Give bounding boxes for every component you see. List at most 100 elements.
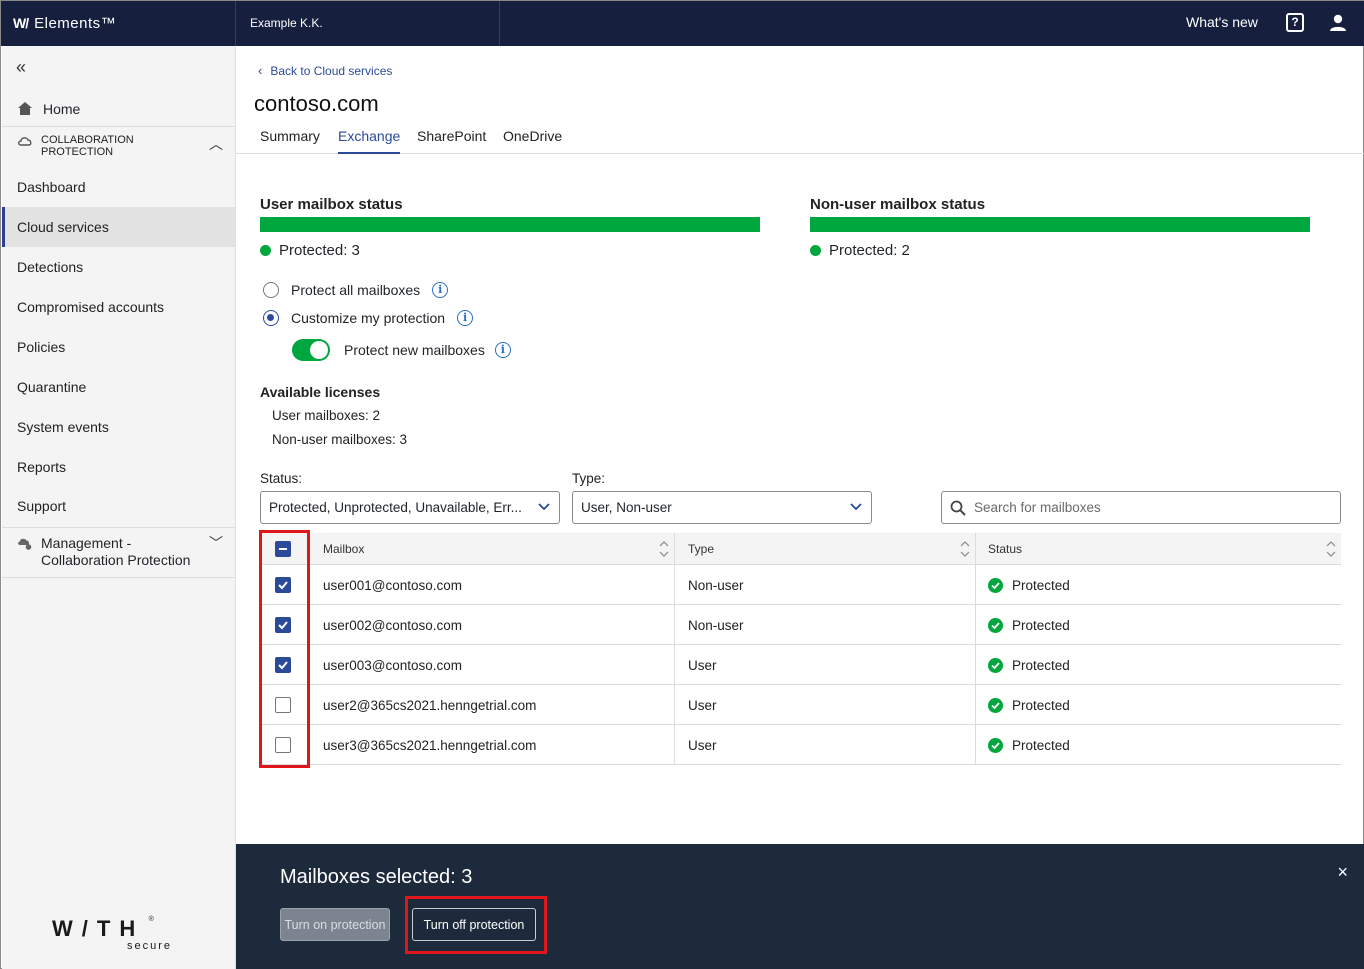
status-cell: Protected — [988, 685, 1070, 725]
mailboxes-selected-count: Mailboxes selected: 3 — [280, 866, 473, 888]
info-icon[interactable]: i — [432, 282, 449, 298]
sidebar-item-reports[interactable]: Reports — [2, 447, 235, 487]
status-text: Protected — [1012, 577, 1070, 593]
table-row[interactable]: user001@contoso.com Non-user Protected — [260, 565, 1341, 605]
sidebar-item-policies[interactable]: Policies — [2, 327, 235, 367]
info-icon[interactable]: i — [457, 310, 474, 326]
user-protected-count: Protected: 3 — [260, 242, 360, 259]
check-circle-icon — [988, 617, 1003, 633]
column-header-status[interactable]: Status — [988, 533, 1022, 565]
brand-logo[interactable]: W/ Elements™ — [13, 13, 116, 33]
sidebar-item-dashboard[interactable]: Dashboard — [2, 167, 235, 207]
user-licenses: User mailboxes: 2 — [272, 408, 381, 423]
column-divider — [975, 685, 976, 725]
sort-icon[interactable] — [659, 540, 669, 558]
sidebar-divider — [2, 126, 235, 127]
status-filter-value: Protected, Unprotected, Unavailable, Err… — [269, 500, 522, 515]
back-link-label: Back to Cloud services — [270, 63, 393, 78]
status-cell: Protected — [988, 565, 1070, 605]
status-cell: Protected — [988, 605, 1070, 645]
status-text: Protected — [1012, 617, 1070, 633]
top-bar: W/ Elements™ Example K.K. What's new ? — [1, 1, 1364, 46]
table-row[interactable]: user2@365cs2021.henngetrial.com User Pro… — [260, 685, 1341, 725]
back-to-cloud-services-link[interactable]: ‹ Back to Cloud services — [258, 63, 392, 78]
whats-new-link[interactable]: What's new — [1186, 14, 1258, 30]
close-icon[interactable]: × — [1337, 862, 1348, 883]
topbar-divider — [235, 1, 236, 46]
nonuser-mailbox-status-bar — [810, 217, 1310, 232]
sidebar-item-quarantine[interactable]: Quarantine — [2, 367, 235, 407]
sort-icon[interactable] — [1326, 540, 1336, 558]
toggle-label: Protect new mailboxes — [344, 342, 485, 358]
protect-all-radio[interactable] — [263, 282, 279, 298]
status-filter-select[interactable]: Protected, Unprotected, Unavailable, Err… — [260, 491, 560, 524]
sidebar-item-management[interactable]: Management - Collaboration Protection ﹀ — [2, 529, 235, 577]
mailbox-search[interactable] — [941, 491, 1341, 524]
tab-sharepoint[interactable]: SharePoint — [417, 128, 486, 154]
table-header: Mailbox Type Status — [260, 533, 1341, 565]
organization-name[interactable]: Example K.K. — [250, 16, 323, 30]
tab-bar: Summary Exchange SharePoint OneDrive — [236, 128, 1364, 154]
protect-new-mailboxes-row: Protect new mailboxes i — [292, 339, 511, 361]
cloud-shield-icon — [18, 137, 32, 146]
sidebar-divider — [2, 527, 235, 528]
column-header-type[interactable]: Type — [688, 533, 714, 565]
user-mailbox-status-bar — [260, 217, 760, 232]
table-row[interactable]: user002@contoso.com Non-user Protected — [260, 605, 1341, 645]
radio-label: Protect all mailboxes — [291, 282, 421, 298]
protected-dot-icon — [810, 245, 821, 256]
chevron-up-icon[interactable]: ︿ — [209, 134, 223, 154]
sidebar-section-collaboration-protection[interactable]: COLLABORATION PROTECTION ︿ — [2, 128, 235, 166]
app-frame: W/ Elements™ Example K.K. What's new ? «… — [0, 0, 1364, 969]
column-divider — [674, 565, 675, 605]
sidebar-item-cloud-services[interactable]: Cloud services — [2, 207, 235, 247]
sidebar-item-label: Home — [43, 100, 81, 117]
tab-exchange[interactable]: Exchange — [338, 128, 401, 154]
chevron-down-icon — [538, 503, 550, 511]
collapse-sidebar-icon[interactable]: « — [16, 57, 26, 78]
customize-protection-option[interactable]: Customize my protection i — [263, 310, 474, 326]
chevron-down-icon[interactable]: ﹀ — [209, 535, 223, 552]
tab-onedrive[interactable]: OneDrive — [503, 128, 562, 154]
table-row[interactable]: user003@contoso.com User Protected — [260, 645, 1341, 685]
info-icon[interactable]: i — [494, 342, 511, 358]
column-divider — [975, 533, 976, 565]
search-input[interactable] — [974, 500, 1314, 515]
nonuser-protected-count: Protected: 2 — [810, 242, 910, 259]
sidebar-item-support[interactable]: Support — [2, 486, 235, 526]
type-cell: Non-user — [688, 577, 744, 593]
checkbox-column-highlight — [259, 530, 310, 768]
tab-summary[interactable]: Summary — [260, 128, 320, 154]
main-content: ‹ Back to Cloud services contoso.com Sum… — [236, 46, 1364, 844]
radio-label: Customize my protection — [291, 310, 446, 326]
status-cell: Protected — [988, 645, 1070, 685]
column-divider — [674, 605, 675, 645]
sidebar-item-detections[interactable]: Detections — [2, 247, 235, 287]
user-account-icon[interactable] — [1329, 13, 1347, 32]
mailbox-cell: user003@contoso.com — [323, 657, 463, 673]
section-label: COLLABORATION PROTECTION — [41, 134, 134, 158]
protect-all-option[interactable]: Protect all mailboxes i — [263, 282, 449, 298]
selection-action-panel: Mailboxes selected: 3 × Turn on protecti… — [236, 844, 1364, 969]
sidebar-item-compromised-accounts[interactable]: Compromised accounts — [2, 287, 235, 327]
check-circle-icon — [988, 657, 1003, 673]
logo-wordmark: W/TH — [52, 916, 145, 941]
turn-on-protection-button[interactable]: Turn on protection — [280, 908, 390, 941]
type-filter-value: User, Non-user — [581, 500, 672, 515]
home-icon — [18, 102, 32, 115]
type-filter-select[interactable]: User, Non-user — [572, 491, 872, 524]
sort-icon[interactable] — [960, 540, 970, 558]
column-header-mailbox[interactable]: Mailbox — [323, 533, 364, 565]
sidebar-item-system-events[interactable]: System events — [2, 407, 235, 447]
table-row[interactable]: user3@365cs2021.henngetrial.com User Pro… — [260, 725, 1341, 765]
sidebar-item-home[interactable]: Home — [2, 91, 235, 126]
protect-new-mailboxes-toggle[interactable] — [292, 339, 330, 361]
column-divider — [674, 533, 675, 565]
help-icon[interactable]: ? — [1286, 13, 1304, 32]
column-divider — [975, 645, 976, 685]
check-circle-icon — [988, 697, 1003, 713]
customize-protection-radio[interactable] — [263, 310, 279, 326]
user-mailbox-status-title: User mailbox status — [260, 196, 403, 213]
sidebar-divider — [2, 577, 235, 578]
column-divider — [674, 645, 675, 685]
